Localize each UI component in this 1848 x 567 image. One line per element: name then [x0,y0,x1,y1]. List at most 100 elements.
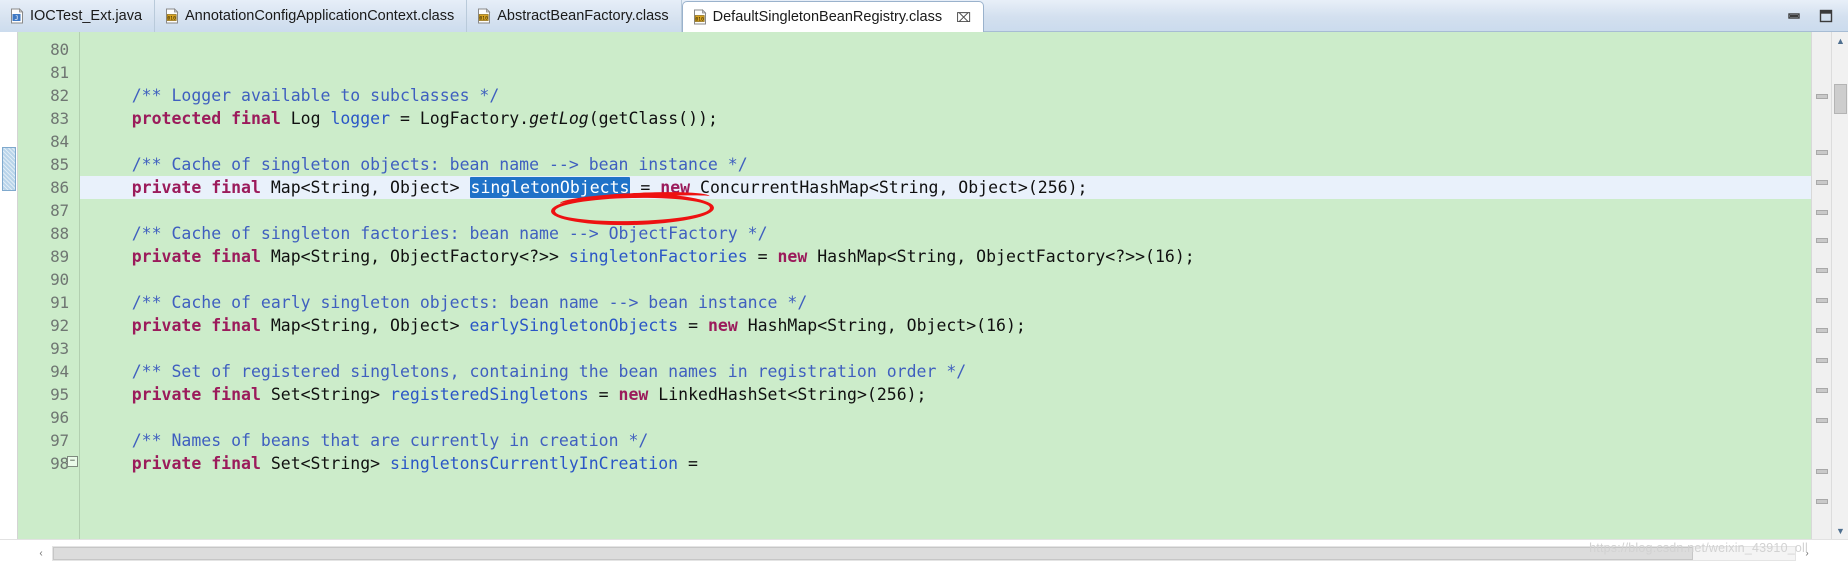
code-line[interactable] [80,199,1811,222]
line-number: 83 [50,109,69,128]
horizontal-scroll-thumb[interactable] [53,547,1693,560]
vertical-scroll-thumb[interactable] [1834,84,1847,114]
fold-collapse-icon[interactable]: − [67,456,78,467]
code-token: new [707,316,738,335]
code-line[interactable]: private final Set<String> registeredSing… [80,383,1811,406]
line-number: 81 [50,63,69,82]
close-icon[interactable]: ⌧ [956,11,971,24]
code-token: = [588,385,619,404]
code-token: HashMap<String, Object>(16); [737,316,1026,335]
code-line[interactable]: /** Cache of early singleton objects: be… [80,291,1811,314]
overview-mark[interactable] [1816,499,1828,504]
line-number: 91 [50,293,69,312]
overview-mark[interactable] [1816,238,1828,243]
java-file-icon: J [10,8,24,24]
code-line[interactable]: /** Cache of singleton objects: bean nam… [80,153,1811,176]
vertical-scrollbar[interactable]: ▲ ▼ [1831,32,1848,539]
code-line[interactable] [80,61,1811,84]
horizontal-scrollbar[interactable]: ‹ › [0,539,1848,567]
code-token: registeredSingletons [390,385,589,404]
code-line[interactable] [80,130,1811,153]
class-file-icon: 010 [477,8,491,24]
restore-icon[interactable] [1818,8,1834,24]
code-line[interactable]: protected final Log logger = LogFactory.… [80,107,1811,130]
editor-tab-2[interactable]: 010 AbstractBeanFactory.class [467,0,682,32]
code-line[interactable]: /** Cache of singleton factories: bean n… [80,222,1811,245]
horizontal-scroll-track[interactable] [52,546,1796,561]
editor-tab-1[interactable]: 010 AnnotationConfigApplicationContext.cl… [155,0,468,32]
code-token: ConcurrentHashMap<String, Object>(256); [690,178,1088,197]
code-line[interactable]: private final Map<String, ObjectFactory<… [80,245,1811,268]
scroll-up-arrow-icon[interactable]: ▲ [1832,32,1848,49]
code-line[interactable] [80,406,1811,429]
code-token: = [678,454,698,473]
code-token: singletonsCurrentlyInCreation [390,454,679,473]
overview-mark[interactable] [1816,210,1828,215]
overview-mark[interactable] [1816,94,1828,99]
svg-text:010: 010 [480,15,489,21]
code-token: (getClass()); [588,109,718,128]
code-token: LinkedHashSet<String>(256); [648,385,927,404]
code-editor[interactable]: 80 81 82 83 84 85 86 87 88 89 90 91 92 93 94 95 96 97 98 −… [0,32,1848,539]
overview-mark[interactable] [1816,150,1828,155]
code-token: = LogFactory. [390,109,530,128]
code-line[interactable]: private final Set<String> singletonsCurr… [80,452,1811,475]
scroll-down-arrow-icon[interactable]: ▼ [1832,522,1848,539]
code-token: /** Cache of singleton objects: bean nam… [131,155,748,174]
overview-mark[interactable] [1816,180,1828,185]
code-token: HashMap<String, ObjectFactory<?>>(16); [807,247,1195,266]
code-line[interactable]: /** Names of beans that are currently in… [80,429,1811,452]
code-token: private final [131,178,261,197]
overview-mark[interactable] [1816,388,1828,393]
scroll-left-arrow-icon[interactable]: ‹ [33,546,49,561]
line-number: 88 [50,224,69,243]
code-line[interactable]: /** Logger available to subclasses */ [80,84,1811,107]
code-surface[interactable]: /** Logger available to subclasses */ pr… [80,32,1811,539]
overview-mark[interactable] [1816,469,1828,474]
overview-ruler[interactable] [1811,32,1831,539]
line-number: 89 [50,247,69,266]
code-token: = [747,247,778,266]
overview-mark[interactable] [1816,418,1828,423]
line-number-gutter: 80 81 82 83 84 85 86 87 88 89 90 91 92 93 94 95 96 97 98 − [18,32,80,539]
occurrence-annotation-mark[interactable] [2,147,16,191]
line-number: 80 [50,40,69,59]
code-token: new [777,247,808,266]
code-token: /** Names of beans that are currently in… [131,431,649,450]
code-token: private final [131,454,261,473]
code-line[interactable] [80,38,1811,61]
tab-bar-empty-space [984,0,1786,32]
class-file-icon: 010 [693,9,707,25]
code-token: getLog [529,109,589,128]
overview-mark[interactable] [1816,328,1828,333]
line-number: 82 [50,86,69,105]
code-token: logger [330,109,391,128]
line-number: 87 [50,201,69,220]
code-line[interactable] [80,268,1811,291]
editor-tab-0[interactable]: J IOCTest_Ext.java [0,0,156,32]
annotation-ruler[interactable] [0,32,18,539]
code-token: Map<String, Object> [260,316,470,335]
code-line[interactable]: /** Set of registered singletons, contai… [80,360,1811,383]
overview-mark[interactable] [1816,268,1828,273]
code-token: private final [131,247,261,266]
overview-mark[interactable] [1816,358,1828,363]
code-token: /** Cache of singleton factories: bean n… [131,224,768,243]
editor-tab-3[interactable]: 010 DefaultSingletonBeanRegistry.class ⌧ [681,1,985,32]
class-file-icon: 010 [165,8,179,24]
line-number: 84 [50,132,69,151]
code-line[interactable] [80,337,1811,360]
minimize-icon[interactable] [1786,8,1802,24]
overview-mark[interactable] [1816,298,1828,303]
code-line[interactable]: private final Map<String, Object> single… [80,176,1811,199]
code-line[interactable]: private final Map<String, Object> earlyS… [80,314,1811,337]
code-token: Map<String, ObjectFactory<?>> [260,247,569,266]
